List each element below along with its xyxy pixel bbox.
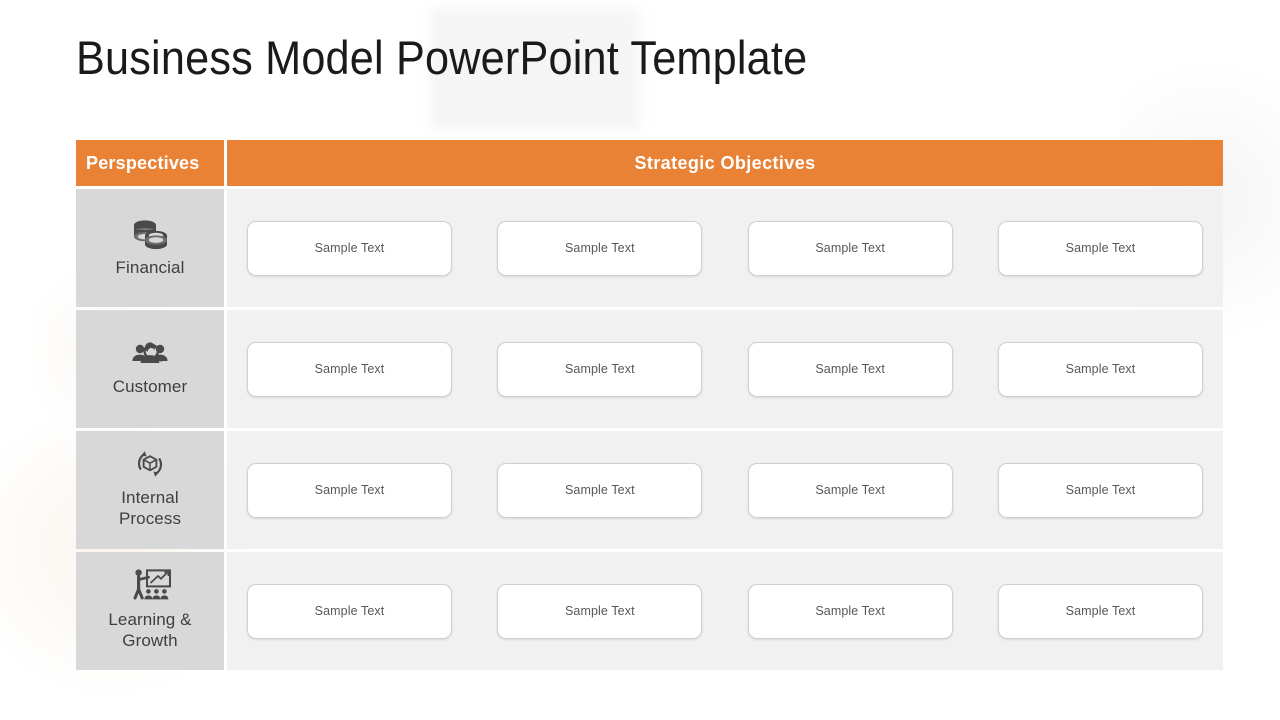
objective-text: Sample Text [1065, 362, 1136, 376]
perspective-label-line2: Process [118, 509, 182, 528]
perspective-cell-internal-process[interactable]: Internal Process [76, 431, 224, 549]
objective-text: Sample Text [1065, 483, 1136, 497]
objective-box[interactable]: Sample Text [247, 583, 452, 639]
objective-cells-internal-process: Sample Text Sample Text Sample Text Samp… [227, 431, 1223, 549]
objective-box[interactable]: Sample Text [997, 220, 1203, 276]
objective-text: Sample Text [815, 362, 885, 376]
header-cell-strategic-objectives: Strategic Objectives [227, 140, 1223, 186]
table-row: Financial Sample Text Sample Text Sample… [76, 189, 1223, 307]
objective-cells-learning-growth: Sample Text Sample Text Sample Text Samp… [227, 552, 1223, 670]
business-model-matrix: Perspectives Strategic Objectives Financ… [76, 140, 1223, 670]
matrix-header-row: Perspectives Strategic Objectives [76, 140, 1223, 186]
objective-box[interactable]: Sample Text [747, 341, 953, 397]
perspective-label: Learning & Growth [108, 610, 191, 651]
perspective-cell-learning-growth[interactable]: Learning & Growth [76, 552, 224, 670]
header-perspectives-label: Perspectives [86, 152, 200, 173]
objective-box[interactable]: Sample Text [747, 583, 953, 639]
objective-box[interactable]: Sample Text [997, 462, 1203, 518]
table-row: Customer Sample Text Sample Text Sample … [76, 310, 1223, 428]
header-cell-perspectives: Perspectives [76, 140, 224, 186]
perspective-label: Customer [112, 376, 188, 396]
objective-text: Sample Text [314, 362, 385, 376]
perspective-label-line1: Internal [121, 488, 179, 508]
people-magnifier-icon [128, 339, 172, 369]
matrix-body: Financial Sample Text Sample Text Sample… [76, 189, 1223, 670]
objective-box[interactable]: Sample Text [497, 220, 703, 276]
objective-text: Sample Text [815, 241, 885, 255]
perspective-label-line1: Learning & [108, 610, 192, 630]
page-title: Business Model PowerPoint Template [76, 31, 808, 84]
objective-box[interactable]: Sample Text [997, 583, 1203, 639]
objective-text: Sample Text [314, 241, 385, 255]
perspective-label-line2: Growth [122, 631, 178, 650]
perspective-label: Financial [115, 257, 185, 277]
objective-box[interactable]: Sample Text [997, 341, 1203, 397]
objective-box[interactable]: Sample Text [247, 462, 452, 518]
objective-box[interactable]: Sample Text [497, 341, 703, 397]
objective-text: Sample Text [565, 483, 635, 497]
objective-text: Sample Text [314, 604, 385, 618]
header-strategic-objectives-label: Strategic Objectives [634, 152, 816, 173]
objective-text: Sample Text [314, 483, 385, 497]
stacked-coins-icon [128, 216, 172, 250]
objective-text: Sample Text [565, 362, 635, 376]
perspective-label: Internal Process [119, 488, 181, 529]
objective-cells-financial: Sample Text Sample Text Sample Text Samp… [227, 189, 1223, 307]
objective-text: Sample Text [565, 241, 635, 255]
objective-text: Sample Text [1065, 604, 1136, 618]
objective-box[interactable]: Sample Text [247, 341, 452, 397]
objective-cells-customer: Sample Text Sample Text Sample Text Samp… [227, 310, 1223, 428]
presenter-audience-icon [127, 568, 173, 602]
objective-text: Sample Text [815, 483, 885, 497]
objective-box[interactable]: Sample Text [497, 462, 703, 518]
objective-box[interactable]: Sample Text [747, 220, 953, 276]
table-row: Internal Process Sample Text Sample Text … [76, 431, 1223, 549]
objective-box[interactable]: Sample Text [247, 220, 452, 276]
objective-box[interactable]: Sample Text [497, 583, 703, 639]
perspective-cell-financial[interactable]: Financial [76, 189, 224, 307]
table-row: Learning & Growth Sample Text Sample Text… [76, 552, 1223, 670]
objective-text: Sample Text [1065, 241, 1136, 255]
objective-text: Sample Text [815, 604, 885, 618]
box-cycle-arrows-icon [133, 448, 167, 480]
objective-box[interactable]: Sample Text [747, 462, 953, 518]
perspective-cell-customer[interactable]: Customer [76, 310, 224, 428]
objective-text: Sample Text [565, 604, 635, 618]
